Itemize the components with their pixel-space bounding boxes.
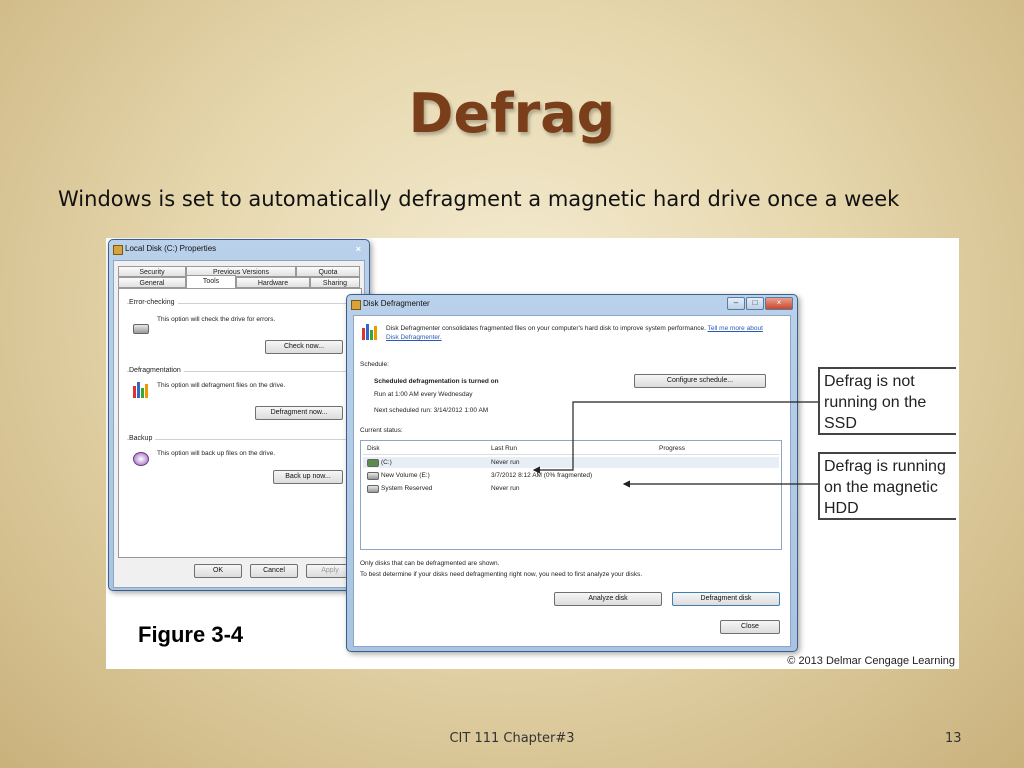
col-last-run: Last Run <box>491 445 518 452</box>
ok-button[interactable]: OK <box>194 564 242 578</box>
close-icon[interactable]: × <box>765 297 793 310</box>
defrag-dialog: Disk Defragmenter – □ × Disk Defragmente… <box>346 294 798 652</box>
tab-tools[interactable]: Tools <box>186 275 236 288</box>
disk-row-e[interactable]: New Volume (E:) 3/7/2012 8:12 AM (0% fra… <box>363 470 779 481</box>
defrag-client: Disk Defragmenter consolidates fragmente… <box>353 315 791 647</box>
tab-quota[interactable]: Quota <box>296 266 360 277</box>
tools-panel: Error-checking This option will check th… <box>118 288 362 558</box>
close-icon[interactable]: × <box>356 240 361 258</box>
tab-general[interactable]: General <box>118 277 186 288</box>
figure-3-4: Local Disk (C:) Properties × Security Pr… <box>106 238 959 669</box>
disk-last-run: 3/7/2012 8:12 AM (0% fragmented) <box>491 472 593 479</box>
disk-name: New Volume (E:) <box>381 472 430 479</box>
note-only-disks: Only disks that can be defragmented are … <box>360 560 500 567</box>
ssd-drive-icon <box>367 459 379 467</box>
schedule-next: Next scheduled run: 3/14/2012 1:00 AM <box>374 407 489 414</box>
defragment-disk-button[interactable]: Defragment disk <box>672 592 780 606</box>
back-up-now-button[interactable]: Back up now... <box>273 470 343 484</box>
drive-icon <box>113 245 123 255</box>
callout-ssd: Defrag is not running on the SSD <box>818 367 956 435</box>
check-drive-icon <box>133 324 149 334</box>
drive-icon <box>367 485 379 493</box>
defrag-title-icon <box>351 300 361 310</box>
defragment-now-button[interactable]: Defragment now... <box>255 406 343 420</box>
page-number: 13 <box>945 731 962 746</box>
disk-last-run: Never run <box>491 485 520 492</box>
tab-hardware[interactable]: Hardware <box>236 277 310 288</box>
current-status-heading: Current status: <box>360 427 403 434</box>
defrag-intro-text: Disk Defragmenter consolidates fragmente… <box>386 325 706 332</box>
properties-title: Local Disk (C:) Properties <box>125 244 217 253</box>
defrag-intro: Disk Defragmenter consolidates fragmente… <box>386 324 776 342</box>
slide-footer: CIT 111 Chapter#3 <box>449 731 575 746</box>
disk-row-c[interactable]: (C:) Never run <box>363 457 779 468</box>
callout-hdd: Defrag is running on the magnetic HDD <box>818 452 956 520</box>
backup-heading: Backup <box>129 435 156 442</box>
col-progress: Progress <box>659 445 686 452</box>
disk-list-header: Disk Last Run Progress <box>363 443 779 455</box>
slide-subtitle: Windows is set to automatically defragme… <box>58 187 900 211</box>
hdd-drive-icon <box>367 472 379 480</box>
window-controls: – □ × <box>727 297 793 310</box>
disk-row-system-reserved[interactable]: System Reserved Never run <box>363 483 779 494</box>
disk-list: Disk Last Run Progress (C:) Never run Ne… <box>360 440 782 550</box>
cancel-button[interactable]: Cancel <box>250 564 298 578</box>
error-checking-heading: Error-checking <box>129 299 178 306</box>
col-disk: Disk <box>367 445 380 452</box>
slide-title: Defrag <box>408 82 616 145</box>
figure-label: Figure 3-4 <box>138 622 244 647</box>
close-button[interactable]: Close <box>720 620 780 634</box>
defragmentation-group: Defragmentation This option will defragm… <box>127 367 353 432</box>
schedule-run: Run at 1:00 AM every Wednesday <box>374 391 473 398</box>
check-now-button[interactable]: Check now... <box>265 340 343 354</box>
backup-group: Backup This option will back up files on… <box>127 435 353 500</box>
disk-last-run: Never run <box>491 459 520 466</box>
defrag-titlebar[interactable]: Disk Defragmenter – □ × <box>347 295 797 313</box>
tab-security[interactable]: Security <box>118 266 186 277</box>
minimize-icon[interactable]: – <box>727 297 745 310</box>
backup-text: This option will back up files on the dr… <box>157 450 276 457</box>
defrag-intro-icon <box>362 324 377 340</box>
disk-name: (C:) <box>381 459 392 466</box>
schedule-status: Scheduled defragmentation is turned on <box>374 378 499 385</box>
analyze-disk-button[interactable]: Analyze disk <box>554 592 662 606</box>
properties-dialog: Local Disk (C:) Properties × Security Pr… <box>108 239 370 591</box>
error-checking-text: This option will check the drive for err… <box>157 316 276 323</box>
defrag-title: Disk Defragmenter <box>363 299 430 308</box>
defrag-icon <box>133 382 148 398</box>
properties-client: Security Previous Versions Quota General… <box>113 260 365 588</box>
defragmentation-text: This option will defragment files on the… <box>157 382 286 389</box>
disk-name: System Reserved <box>381 485 433 492</box>
note-analyze: To best determine if your disks need def… <box>360 571 643 578</box>
error-checking-group: Error-checking This option will check th… <box>127 299 353 364</box>
maximize-icon[interactable]: □ <box>746 297 764 310</box>
properties-titlebar[interactable]: Local Disk (C:) Properties × <box>109 240 369 258</box>
defragmentation-heading: Defragmentation <box>129 367 184 374</box>
backup-icon <box>133 452 149 466</box>
figure-credit: © 2013 Delmar Cengage Learning <box>787 655 955 667</box>
schedule-heading: Schedule: <box>360 361 389 368</box>
configure-schedule-button[interactable]: Configure schedule... <box>634 374 766 388</box>
tab-sharing[interactable]: Sharing <box>310 277 360 288</box>
